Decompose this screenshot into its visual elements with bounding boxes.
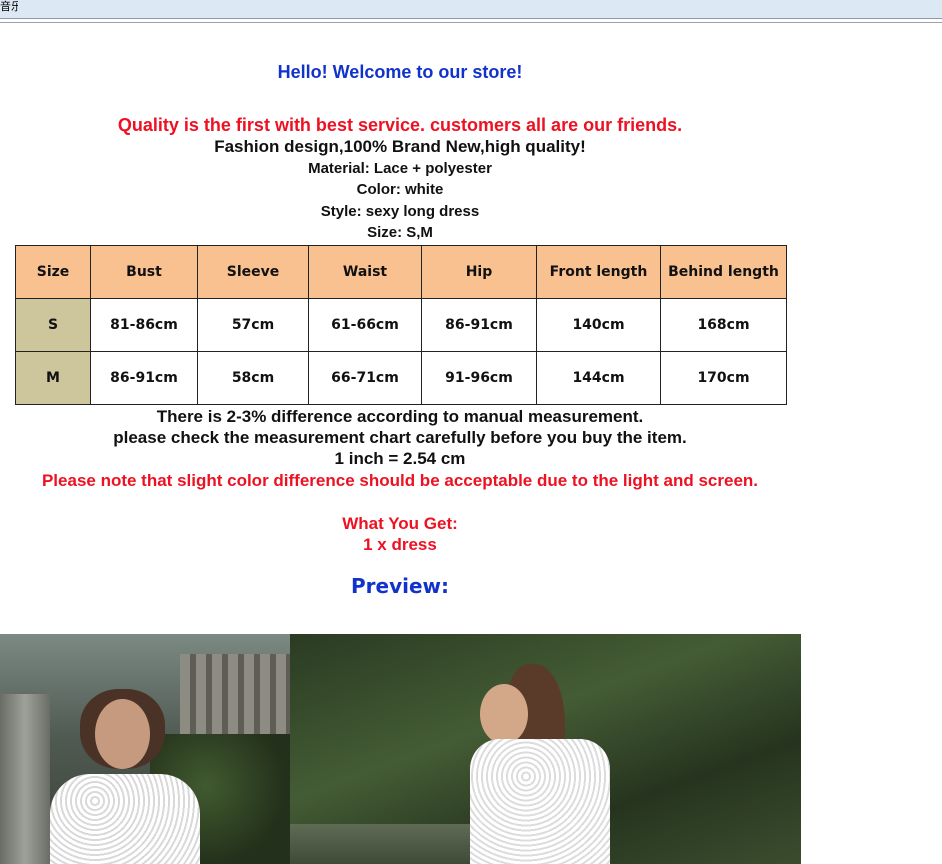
fashion-statement: Fashion design,100% Brand New,high quali… [214, 137, 586, 156]
behind-length-cell: 170cm [660, 351, 787, 405]
style-spec: Style: sexy long dress [320, 203, 480, 220]
quality-statement: Quality is the first with best service. … [117, 115, 683, 135]
package-heading: What You Get: [342, 514, 458, 533]
inch-conversion-note: 1 inch = 2.54 cm [334, 449, 466, 468]
header-behind-length: Behind length [660, 245, 787, 299]
pond-shape [290, 824, 490, 864]
size-spec: Size: S,M [367, 224, 433, 241]
model-face-shape [95, 699, 150, 769]
photo-left-scene [0, 634, 290, 864]
table-header-row: Size Bust Sleeve Waist Hip Front length … [15, 245, 787, 299]
table-row: M 86-91cm 58cm 66-71cm 91-96cm 144cm 170… [15, 351, 787, 405]
behind-length-cell: 168cm [660, 298, 787, 352]
model-profile-shape [480, 684, 528, 744]
front-length-cell: 140cm [536, 298, 661, 352]
preview-photo [0, 634, 801, 864]
header-bust: Bust [90, 245, 198, 299]
color-difference-note: Please note that slight color difference… [41, 471, 759, 490]
measurement-check-note: please check the measurement chart caref… [113, 428, 687, 447]
lace-dress-back-shape [470, 739, 610, 864]
size-chart-table: Size Bust Sleeve Waist Hip Front length … [15, 245, 787, 405]
browser-top-bar: 音乐 [0, 0, 942, 19]
welcome-heading: Hello! Welcome to our store! [277, 62, 523, 82]
color-spec: Color: white [356, 181, 444, 198]
hip-cell: 86-91cm [421, 298, 537, 352]
lace-dress-front-shape [50, 774, 200, 864]
waist-cell: 61-66cm [308, 298, 422, 352]
material-spec: Material: Lace + polyester [308, 160, 492, 177]
package-item: 1 x dress [363, 535, 437, 554]
sleeve-cell: 58cm [197, 351, 309, 405]
table-row: S 81-86cm 57cm 61-66cm 86-91cm 140cm 168… [15, 298, 787, 352]
window-title-fragment: 音乐 [0, 1, 18, 13]
pillar-shape [0, 694, 50, 864]
header-hip: Hip [421, 245, 537, 299]
header-front-length: Front length [536, 245, 661, 299]
front-length-cell: 144cm [536, 351, 661, 405]
top-divider [0, 22, 942, 23]
preview-heading: Preview: [350, 574, 450, 598]
sleeve-cell: 57cm [197, 298, 309, 352]
header-sleeve: Sleeve [197, 245, 309, 299]
bust-cell: 81-86cm [90, 298, 198, 352]
waist-cell: 66-71cm [308, 351, 422, 405]
size-cell: S [15, 298, 91, 352]
header-size: Size [15, 245, 91, 299]
measurement-difference-note: There is 2-3% difference according to ma… [156, 407, 644, 426]
hip-cell: 91-96cm [421, 351, 537, 405]
header-waist: Waist [308, 245, 422, 299]
bust-cell: 86-91cm [90, 351, 198, 405]
size-cell: M [15, 351, 91, 405]
